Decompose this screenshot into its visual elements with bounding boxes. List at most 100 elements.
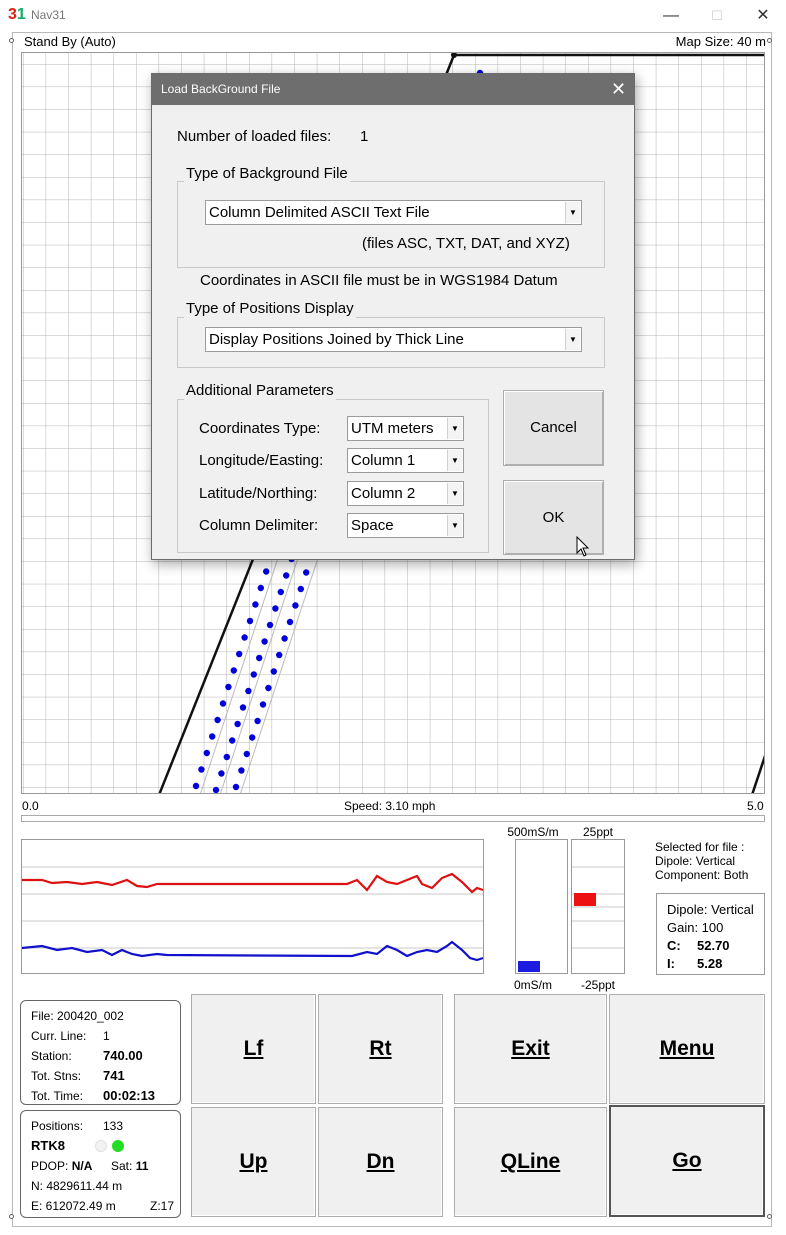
datum-note: Coordinates in ASCII file must be in WGS… xyxy=(200,272,558,289)
delimiter-select[interactable]: Space ▼ xyxy=(347,513,464,538)
survey-point xyxy=(292,602,299,609)
dialog-close-icon[interactable]: ✕ xyxy=(603,74,634,105)
additional-parameters-legend: Additional Parameters xyxy=(184,382,336,400)
i-value: 5.28 xyxy=(697,956,723,971)
left-button[interactable]: Lf xyxy=(191,994,316,1104)
file-types-hint: (files ASC, TXT, DAT, and XYZ) xyxy=(362,235,570,252)
survey-point xyxy=(209,733,216,740)
conductivity-meter xyxy=(515,839,568,974)
survey-point xyxy=(232,783,240,791)
survey-point xyxy=(229,737,236,744)
chevron-down-icon: ▼ xyxy=(447,483,462,504)
northing-value: N: 4829611.44 m xyxy=(31,1179,123,1193)
load-background-dialog: Load BackGround File ✕ Number of loaded … xyxy=(151,73,635,560)
mouse-cursor-icon xyxy=(576,536,590,557)
coordinates-type-select[interactable]: UTM meters ▼ xyxy=(347,416,464,441)
survey-point xyxy=(218,770,225,777)
right-button[interactable]: Rt xyxy=(318,994,443,1104)
curr-line-value: 1 xyxy=(103,1029,110,1043)
survey-point xyxy=(259,701,267,708)
easting-value: E: 612072.49 m xyxy=(31,1199,116,1213)
inphase-meter xyxy=(571,839,625,974)
longitude-column-select[interactable]: Column 1 ▼ xyxy=(347,448,464,473)
loaded-files-label: Number of loaded files: xyxy=(177,128,332,145)
tot-time-label: Tot. Time: xyxy=(31,1089,84,1103)
menu-button[interactable]: Menu xyxy=(609,994,765,1104)
positions-display-legend: Type of Positions Display xyxy=(184,300,356,318)
signal-graph xyxy=(21,839,484,974)
station-value: 740.00 xyxy=(103,1048,143,1063)
go-button[interactable]: Go xyxy=(609,1105,765,1217)
pdop-value: N/A xyxy=(71,1159,93,1173)
map-size-label: Map Size: 40 m xyxy=(675,34,766,49)
maximize-button[interactable]: ☐ xyxy=(694,0,740,31)
latitude-column-select[interactable]: Column 2 ▼ xyxy=(347,481,464,506)
survey-point xyxy=(236,650,243,658)
survey-point xyxy=(230,667,237,674)
conductivity-max-label: 500mS/m xyxy=(507,825,559,839)
cancel-button[interactable]: Cancel xyxy=(503,390,604,466)
inphase-max-label: 25ppt xyxy=(582,825,614,839)
background-type-legend: Type of Background File xyxy=(184,165,350,183)
exit-button[interactable]: Exit xyxy=(454,994,607,1104)
survey-point xyxy=(250,671,257,678)
curr-line-label: Curr. Line: xyxy=(31,1029,87,1043)
survey-point xyxy=(254,717,261,725)
pdop-label: PDOP: xyxy=(31,1159,69,1173)
survey-point xyxy=(198,766,205,773)
resize-handle-icon[interactable] xyxy=(9,1214,14,1219)
speed-readout: Speed: 3.10 mph xyxy=(344,799,436,813)
selected-dipole: Dipole: Vertical xyxy=(655,854,736,868)
latitude-label: Latitude/Northing: xyxy=(199,485,318,502)
i-label: I: xyxy=(667,956,675,971)
gps-status-on-icon xyxy=(112,1140,124,1152)
app-icon: 31 xyxy=(8,6,26,23)
survey-point xyxy=(276,651,283,659)
coordinates-type-value: UTM meters xyxy=(351,420,434,437)
chevron-down-icon: ▼ xyxy=(447,450,462,471)
survey-point xyxy=(203,749,210,757)
selected-component: Component: Both xyxy=(655,868,749,882)
dipole-label: Dipole: Vertical xyxy=(667,902,754,917)
survey-point xyxy=(219,700,227,707)
conductivity-level-bar xyxy=(518,961,540,972)
file-name: File: 200420_002 xyxy=(31,1009,124,1023)
survey-point xyxy=(286,618,294,626)
survey-point xyxy=(238,767,245,774)
positions-label: Positions: xyxy=(31,1119,84,1133)
survey-point xyxy=(223,753,230,761)
survey-point xyxy=(297,585,304,593)
background-type-select[interactable]: Column Delimited ASCII Text File ▼ xyxy=(205,200,582,225)
speed-min-label: 0.0 xyxy=(22,799,39,813)
survey-point xyxy=(212,786,220,793)
resize-handle-icon[interactable] xyxy=(767,1214,772,1219)
latitude-column-value: Column 2 xyxy=(351,485,416,502)
positions-display-select[interactable]: Display Positions Joined by Thick Line ▼ xyxy=(205,327,582,352)
c-label: C: xyxy=(667,938,681,953)
down-button[interactable]: Dn xyxy=(318,1107,443,1217)
survey-point xyxy=(257,584,264,592)
gps-status-off-icon xyxy=(95,1140,107,1152)
dialog-title: Load BackGround File xyxy=(152,74,634,105)
inphase-level-bar xyxy=(574,893,596,906)
conductivity-trace xyxy=(22,872,484,894)
close-button[interactable]: ✕ xyxy=(740,0,786,31)
resize-handle-icon[interactable] xyxy=(767,38,772,43)
survey-point xyxy=(241,634,248,641)
qline-button[interactable]: QLine xyxy=(454,1107,607,1217)
survey-point xyxy=(263,568,270,575)
survey-point xyxy=(266,621,274,629)
survey-point xyxy=(225,683,232,691)
up-button[interactable]: Up xyxy=(191,1107,316,1217)
gps-info-panel: Positions: 133 RTK8 PDOP: N/A Sat: 11 N: 4… xyxy=(20,1110,181,1218)
resize-handle-icon[interactable] xyxy=(9,38,14,43)
survey-point xyxy=(270,668,277,675)
sat-value: 11 xyxy=(135,1159,149,1173)
inphase-trace xyxy=(21,940,484,962)
station-label: Station: xyxy=(31,1049,72,1063)
survey-point xyxy=(249,734,256,741)
survey-point xyxy=(239,704,247,711)
minimize-button[interactable]: — xyxy=(648,0,694,31)
survey-point xyxy=(192,782,200,790)
c-value: 52.70 xyxy=(697,938,730,953)
